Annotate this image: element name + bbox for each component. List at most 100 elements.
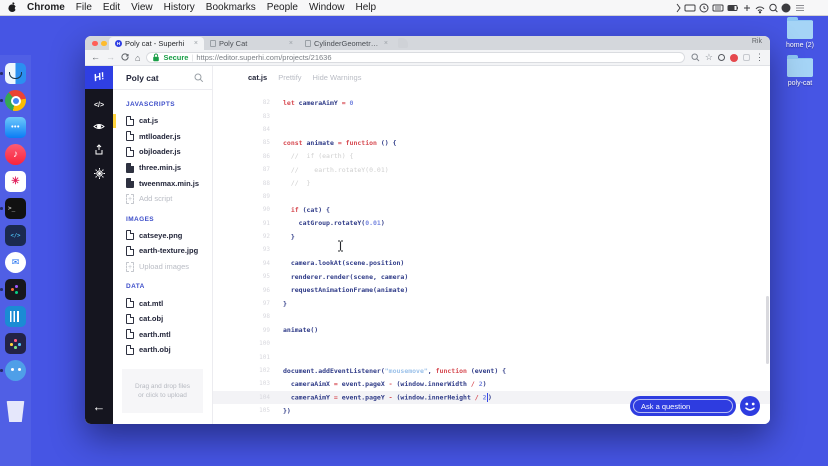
file-item[interactable]: cat.js bbox=[113, 113, 212, 129]
code-line[interactable]: 97} bbox=[213, 297, 770, 310]
forward-icon[interactable]: → bbox=[106, 53, 115, 62]
menu-item-chrome[interactable]: Chrome bbox=[27, 2, 65, 13]
code-line[interactable]: 102 document.addEventListener("mousemove"… bbox=[213, 364, 770, 377]
menu-item-help[interactable]: Help bbox=[356, 2, 377, 13]
adblock-icon[interactable] bbox=[730, 53, 738, 62]
file-item[interactable]: three.min.js bbox=[113, 160, 212, 176]
url-text[interactable]: https://editor.superhi.com/projects/2163… bbox=[196, 53, 331, 62]
code-line[interactable]: 90 if (cat) { bbox=[213, 203, 770, 216]
code-view-icon[interactable]: </> bbox=[94, 102, 104, 109]
music-bars-dock-item[interactable] bbox=[5, 306, 26, 327]
minimize-window-button[interactable] bbox=[101, 40, 107, 46]
file-item[interactable]: objloader.js bbox=[113, 144, 212, 160]
trash-dock-item[interactable] bbox=[5, 401, 26, 422]
menu-item-history[interactable]: History bbox=[164, 2, 195, 13]
browser-tab[interactable]: Poly Cat × bbox=[204, 37, 299, 50]
mail-dock-item[interactable]: ✉ bbox=[5, 252, 26, 273]
file-item[interactable]: earth.obj bbox=[113, 342, 212, 358]
code-line[interactable]: 93 bbox=[213, 243, 770, 256]
menu-item-bookmarks[interactable]: Bookmarks bbox=[206, 2, 256, 13]
desktop-folder[interactable]: poly-cat bbox=[778, 55, 822, 87]
code-token: 0 bbox=[349, 98, 354, 107]
address-bar[interactable]: Secure | https://editor.superhi.com/proj… bbox=[146, 52, 685, 63]
code-editor-dock-item[interactable]: </> bbox=[5, 225, 26, 246]
open-file-tab[interactable]: cat.js bbox=[248, 73, 267, 82]
share-upload-icon[interactable] bbox=[94, 144, 104, 155]
file-item[interactable]: catseye.png bbox=[113, 228, 212, 244]
code-line[interactable]: 86 // if (earth) { bbox=[213, 150, 770, 163]
menu-item-people[interactable]: People bbox=[267, 2, 298, 13]
code-line[interactable]: 103 cameraAimX = event.pageX - (window.i… bbox=[213, 377, 770, 390]
file-item[interactable]: mtlloader.js bbox=[113, 129, 212, 145]
code-line[interactable]: 101 bbox=[213, 350, 770, 363]
browser-menu-icon[interactable]: ⋮ bbox=[755, 52, 764, 63]
browser-tab[interactable]: CylinderGeometry - three.js× bbox=[299, 37, 394, 50]
chat-smiley-button[interactable] bbox=[740, 396, 760, 416]
code-line[interactable]: 94 camera.lookAt(scene.position) bbox=[213, 257, 770, 270]
code-line[interactable]: 82 let cameraAimY = 0 bbox=[213, 96, 770, 109]
back-arrow-button[interactable]: ← bbox=[85, 399, 113, 414]
hide-warnings-button[interactable]: Hide Warnings bbox=[313, 73, 362, 82]
close-window-button[interactable] bbox=[92, 40, 98, 46]
browser-tab[interactable]: H Poly cat - Superhi × bbox=[109, 37, 204, 50]
terminal-dock-item[interactable]: >_ bbox=[0, 198, 26, 219]
mail-icon: ✉ bbox=[5, 252, 26, 273]
code-line[interactable]: 92 } bbox=[213, 230, 770, 243]
scrollbar-thumb[interactable] bbox=[765, 296, 769, 364]
search-files-icon[interactable] bbox=[194, 73, 204, 83]
file-item[interactable]: earth-texture.jpg bbox=[113, 243, 212, 259]
code-line[interactable]: 100 bbox=[213, 337, 770, 350]
file-dropzone[interactable]: Drag and drop files or click to upload bbox=[122, 368, 203, 413]
home-icon[interactable]: ⌂ bbox=[135, 53, 140, 63]
code-line[interactable]: 88 // } bbox=[213, 176, 770, 189]
settings-gear-icon[interactable] bbox=[93, 168, 105, 179]
file-item[interactable]: cat.mtl bbox=[113, 295, 212, 311]
code-line[interactable]: 84 bbox=[213, 123, 770, 136]
reload-icon[interactable] bbox=[121, 52, 129, 63]
add-file-button[interactable]: + Upload images bbox=[113, 259, 212, 275]
search-icon[interactable] bbox=[691, 53, 700, 62]
bookmark-star-icon[interactable]: ☆ bbox=[705, 53, 713, 62]
extension-icon[interactable] bbox=[718, 54, 725, 61]
code-line[interactable]: 89 bbox=[213, 190, 770, 203]
inactive-extension-icon[interactable] bbox=[743, 54, 750, 61]
desktop-folder[interactable]: home (2) bbox=[778, 17, 822, 49]
menu-item-view[interactable]: View bbox=[131, 2, 153, 13]
new-tab-button[interactable] bbox=[398, 38, 408, 48]
tab-close-icon[interactable]: × bbox=[289, 40, 293, 47]
file-item[interactable]: tweenmax.min.js bbox=[113, 175, 212, 191]
code-line[interactable]: 99 animate() bbox=[213, 324, 770, 337]
menu-status-icons[interactable] bbox=[674, 2, 820, 14]
ask-question-button[interactable]: Ask a question bbox=[630, 396, 736, 416]
apple-menu-icon[interactable] bbox=[8, 2, 17, 13]
superhi-logo[interactable]: H! bbox=[85, 66, 113, 89]
code-line[interactable]: 95 renderer.render(scene, camera) bbox=[213, 270, 770, 283]
sketch-dock-item[interactable] bbox=[5, 333, 26, 354]
tab-close-icon[interactable]: × bbox=[194, 40, 198, 47]
add-file-button[interactable]: + Add script bbox=[113, 191, 212, 207]
slack-dock-item[interactable]: ✳ bbox=[5, 171, 26, 192]
code-line[interactable]: 87 // earth.rotateY(0.01) bbox=[213, 163, 770, 176]
file-item[interactable]: cat.obj bbox=[113, 311, 212, 327]
preview-eye-icon[interactable] bbox=[93, 122, 105, 131]
figma-dock-item[interactable] bbox=[0, 279, 26, 300]
file-item[interactable]: earth.mtl bbox=[113, 327, 212, 343]
menu-item-file[interactable]: File bbox=[76, 2, 92, 13]
prettify-button[interactable]: Prettify bbox=[278, 73, 301, 82]
bird-dock-item[interactable] bbox=[0, 360, 26, 381]
chrome-dock-item[interactable] bbox=[0, 90, 26, 111]
code-line[interactable]: 85 const animate = function () { bbox=[213, 136, 770, 149]
music-dock-item[interactable]: ♪ bbox=[5, 144, 26, 165]
menu-item-edit[interactable]: Edit bbox=[103, 2, 120, 13]
code-line[interactable]: 98 bbox=[213, 310, 770, 323]
code-line[interactable]: 83 bbox=[213, 109, 770, 122]
code-line[interactable]: 91 catGroup.rotateY(0.01) bbox=[213, 217, 770, 230]
code-line[interactable]: 96 requestAnimationFrame(animate) bbox=[213, 283, 770, 296]
code-editor[interactable]: 82 let cameraAimY = 0 83 84 85 const animate … bbox=[213, 88, 770, 424]
menu-item-window[interactable]: Window bbox=[309, 2, 345, 13]
messages-dock-item[interactable]: ••• bbox=[5, 117, 26, 138]
tab-close-icon[interactable]: × bbox=[384, 40, 388, 47]
back-icon[interactable]: ← bbox=[91, 53, 100, 62]
finder-dock-item[interactable] bbox=[0, 63, 26, 84]
profile-label[interactable]: Rik bbox=[752, 38, 762, 45]
